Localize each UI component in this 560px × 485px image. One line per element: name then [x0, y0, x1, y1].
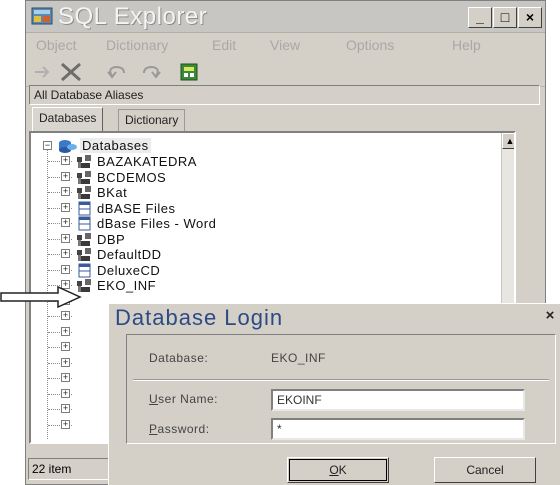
- tree-item[interactable]: + DefaultDD: [35, 247, 475, 262]
- expand-icon[interactable]: +: [61, 311, 70, 320]
- cancel-x-icon[interactable]: [58, 61, 84, 83]
- tree-root[interactable]: − Databases: [35, 138, 475, 153]
- expand-icon[interactable]: +: [61, 388, 70, 398]
- status-item-count: 22 item: [28, 458, 110, 480]
- database-icon: [77, 248, 91, 261]
- close-button[interactable]: ×: [518, 7, 542, 28]
- expand-icon[interactable]: +: [61, 233, 70, 243]
- password-input[interactable]: *: [271, 418, 525, 440]
- tree-root-label: Databases: [80, 138, 151, 153]
- tree-item-label: dBase Files - Word: [97, 216, 217, 231]
- database-icon: [77, 232, 91, 246]
- password-label: Password:: [149, 422, 210, 436]
- tree-item[interactable]: + BKat: [35, 185, 475, 200]
- table-icon: [78, 263, 91, 277]
- tab-databases[interactable]: Databases: [32, 107, 104, 132]
- tree-item-label: BCDEMOS: [97, 169, 167, 185]
- expand-icon[interactable]: +: [61, 357, 70, 367]
- expand-icon[interactable]: +: [61, 373, 70, 382]
- tab-dictionary[interactable]: Dictionary: [118, 109, 186, 131]
- menu-object[interactable]: Object: [36, 37, 76, 53]
- username-input[interactable]: [271, 389, 525, 411]
- apply-icon[interactable]: [30, 61, 56, 83]
- database-icon: [77, 155, 91, 168]
- database-wizard-icon[interactable]: [176, 61, 202, 83]
- collapse-icon[interactable]: −: [43, 141, 52, 150]
- dialog-title-bar[interactable]: Database Login ×: [109, 304, 560, 332]
- tree-item[interactable]: + BCDEMOS: [35, 170, 475, 185]
- menu-dictionary[interactable]: Dictionary: [106, 37, 168, 53]
- login-fields-group: Database: EKO_INF User Name: Password: *: [126, 334, 556, 444]
- title-bar[interactable]: SQL Explorer _ □ ×: [26, 1, 545, 33]
- table-icon: [78, 216, 91, 231]
- cancel-button[interactable]: Cancel: [434, 457, 536, 483]
- toolbar: [26, 57, 545, 87]
- window-title: SQL Explorer: [58, 3, 208, 30]
- databases-root-icon: [59, 140, 77, 153]
- tree-item-label: BKat: [97, 185, 128, 200]
- menu-edit[interactable]: Edit: [212, 37, 236, 53]
- menu-options[interactable]: Options: [346, 37, 394, 53]
- tree-item-label: EKO_INF: [97, 278, 157, 293]
- expand-icon[interactable]: +: [61, 264, 70, 274]
- table-icon: [78, 201, 91, 215]
- expand-icon[interactable]: +: [61, 171, 70, 181]
- expand-icon[interactable]: +: [61, 156, 70, 165]
- database-alias-selector[interactable]: All Database Aliases: [29, 85, 540, 105]
- tree-item[interactable]: + dBase Files - Word: [35, 216, 475, 231]
- expand-icon[interactable]: +: [61, 249, 70, 258]
- database-login-dialog: Database Login × Database: EKO_INF User …: [108, 303, 560, 485]
- menu-view[interactable]: View: [270, 37, 300, 53]
- expand-icon[interactable]: +: [61, 218, 70, 227]
- divider: [133, 379, 549, 381]
- redo-icon[interactable]: [138, 61, 164, 83]
- pointer-arrow-icon: [0, 286, 82, 308]
- username-label: User Name:: [149, 392, 219, 406]
- app-icon: [31, 7, 53, 25]
- ok-button[interactable]: OK: [287, 457, 389, 483]
- database-value: EKO_INF: [271, 351, 326, 365]
- dialog-close-button[interactable]: ×: [541, 307, 559, 325]
- undo-icon[interactable]: [104, 61, 130, 83]
- tree-item-label: DefaultDD: [97, 247, 162, 262]
- maximize-button[interactable]: □: [493, 7, 517, 28]
- expand-icon[interactable]: +: [61, 342, 70, 351]
- expand-icon[interactable]: +: [61, 187, 70, 196]
- database-label: Database:: [149, 351, 209, 365]
- tree-item[interactable]: + DeluxeCD: [35, 263, 475, 278]
- expand-icon[interactable]: +: [61, 419, 70, 429]
- dialog-title: Database Login: [115, 305, 284, 330]
- menu-help[interactable]: Help: [452, 37, 481, 53]
- tree-item[interactable]: + dBASE Files: [35, 201, 475, 216]
- tree-item-label: dBASE Files: [97, 200, 176, 216]
- tree-item[interactable]: + EKO_INF: [35, 278, 475, 293]
- database-icon: [77, 186, 91, 199]
- menu-bar: Object Dictionary Edit View Options Help: [26, 34, 545, 56]
- tree-item-label: DBP: [97, 231, 126, 247]
- minimize-button[interactable]: _: [468, 7, 492, 28]
- scroll-up-arrow-icon[interactable]: ▲: [502, 133, 514, 149]
- expand-icon[interactable]: +: [61, 326, 70, 336]
- tree-item[interactable]: + DBP: [35, 232, 475, 247]
- tree-item-label: BAZAKATEDRA: [97, 154, 197, 169]
- database-icon: [77, 170, 91, 184]
- expand-icon[interactable]: +: [61, 202, 70, 212]
- expand-icon[interactable]: +: [61, 404, 70, 413]
- tree-item[interactable]: + BAZAKATEDRA: [35, 154, 475, 169]
- tree-item-label: DeluxeCD: [97, 262, 161, 278]
